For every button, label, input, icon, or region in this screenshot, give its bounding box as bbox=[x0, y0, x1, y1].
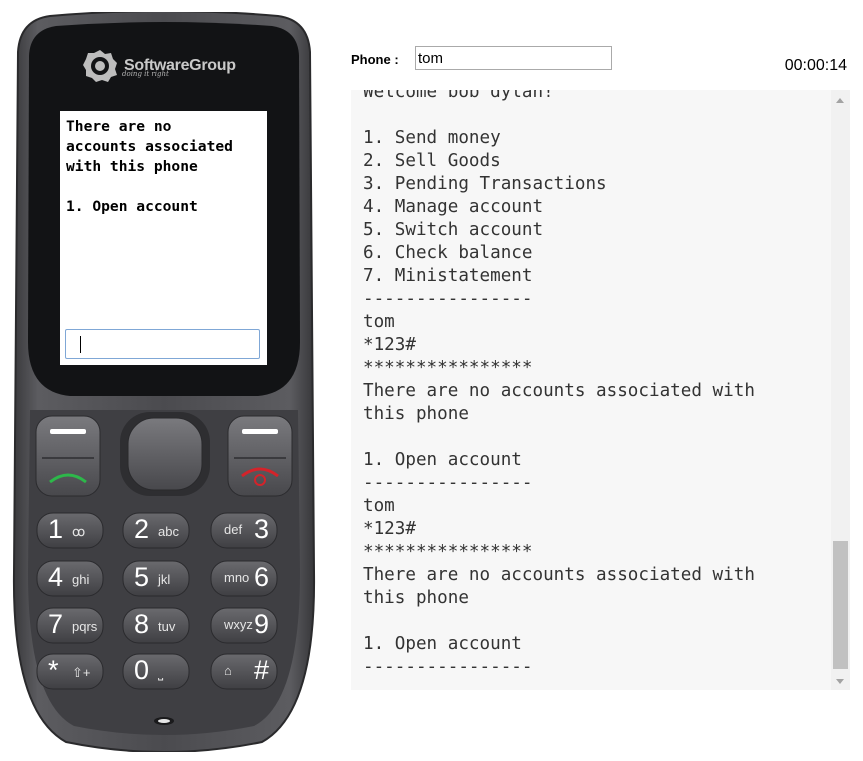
key-digit: # bbox=[254, 655, 270, 685]
key-digit: 3 bbox=[254, 514, 270, 544]
key-digit: 1 bbox=[48, 514, 64, 544]
brand-logo: SoftwareGroup bbox=[82, 48, 236, 84]
gear-logo-icon bbox=[83, 50, 117, 82]
key-letters: pqrs bbox=[72, 619, 98, 634]
key-6[interactable]: 6 mno bbox=[210, 560, 278, 597]
key-letters: def bbox=[224, 522, 243, 537]
key-1[interactable]: 1ꝏ bbox=[36, 512, 104, 549]
phone-label: Phone : bbox=[351, 52, 399, 67]
key-9[interactable]: 9 wxyz bbox=[210, 607, 278, 644]
key-letters: tuv bbox=[158, 619, 176, 634]
log-text: Welcome bob dylan! 1. Send money 2. Sell… bbox=[363, 90, 755, 677]
screen-input[interactable] bbox=[65, 329, 260, 359]
phone-number-input[interactable] bbox=[415, 46, 612, 70]
key-letters: ⎵ bbox=[158, 665, 164, 680]
ussd-log[interactable]: Welcome bob dylan! 1. Send money 2. Sell… bbox=[351, 90, 850, 690]
key-letters: ⌂ bbox=[224, 663, 232, 678]
text-caret bbox=[80, 336, 81, 353]
key-digit: 5 bbox=[134, 562, 150, 592]
key-digit: 8 bbox=[134, 609, 150, 639]
screen-message: There are no accounts associated with th… bbox=[66, 118, 233, 215]
key-letters: abc bbox=[158, 524, 179, 539]
key-8[interactable]: 8 tuv bbox=[122, 607, 190, 644]
scroll-up-arrow-icon[interactable] bbox=[836, 98, 844, 103]
key-letters: ⇧+ bbox=[72, 665, 91, 680]
key-letters: ghi bbox=[72, 572, 90, 587]
scroll-down-arrow-icon[interactable] bbox=[836, 679, 844, 684]
key-4[interactable]: 4 ghi bbox=[36, 560, 104, 597]
key-letters: jkl bbox=[158, 572, 171, 587]
key-hash[interactable]: # ⌂ bbox=[210, 653, 278, 690]
key-3[interactable]: 3 def bbox=[210, 512, 278, 549]
key-digit: 0 bbox=[134, 655, 150, 685]
key-digit: * bbox=[48, 655, 59, 685]
key-digit: 9 bbox=[254, 609, 270, 639]
key-letters: mno bbox=[224, 570, 250, 585]
key-digit: 2 bbox=[134, 514, 150, 544]
key-5[interactable]: 5 jkl bbox=[122, 560, 190, 597]
key-2[interactable]: 2 abc bbox=[122, 512, 190, 549]
key-letters: ꝏ bbox=[72, 524, 86, 539]
key-letters: wxyz bbox=[224, 617, 253, 632]
log-scrollbar[interactable] bbox=[831, 90, 850, 690]
key-0[interactable]: 0 ⎵ bbox=[122, 653, 190, 690]
phone-screen: There are no accounts associated with th… bbox=[60, 111, 267, 365]
phone-simulator: SoftwareGroup doing it right There are n… bbox=[10, 12, 318, 752]
key-digit: 7 bbox=[48, 609, 64, 639]
key-star[interactable]: * ⇧+ bbox=[36, 653, 104, 690]
session-timer: 00:00:14 bbox=[784, 57, 847, 74]
key-digit: 4 bbox=[48, 562, 64, 592]
scroll-thumb[interactable] bbox=[833, 541, 848, 669]
brand-tagline: doing it right bbox=[122, 70, 169, 78]
key-digit: 6 bbox=[254, 562, 270, 592]
key-7[interactable]: 7 pqrs bbox=[36, 607, 104, 644]
